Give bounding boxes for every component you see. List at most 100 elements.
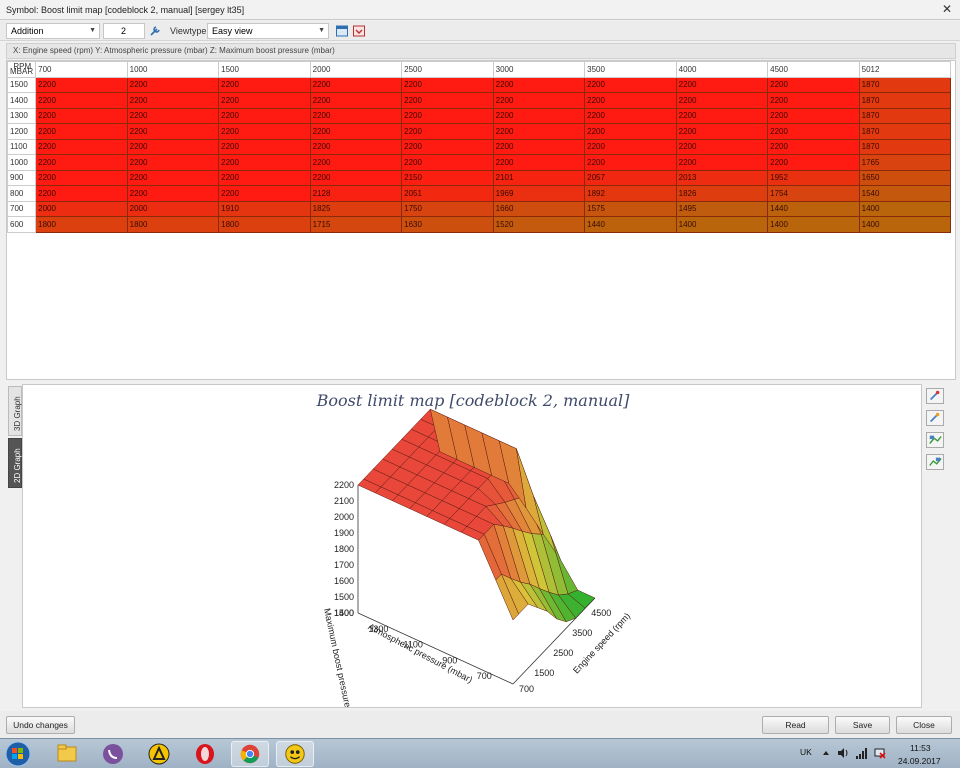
opera-icon[interactable]	[186, 741, 224, 767]
graph-area[interactable]: Boost limit map [codeblock 2, manual] 22…	[22, 384, 923, 709]
map-cell[interactable]: 2200	[492, 76, 586, 93]
map-cell[interactable]: 2200	[492, 138, 586, 155]
map-cell[interactable]: 1825	[309, 200, 403, 217]
viewtype-select[interactable]: Easy view ▼	[207, 23, 329, 39]
language-indicator[interactable]: UK	[800, 747, 812, 757]
map-cell[interactable]: 1440	[584, 216, 677, 233]
row-header[interactable]: 600	[6, 216, 37, 233]
column-header[interactable]: 1500	[218, 61, 311, 78]
map-cell[interactable]: 1400	[858, 216, 952, 233]
map-cell[interactable]: 2200	[767, 138, 860, 155]
map-cell[interactable]: 2200	[767, 154, 860, 171]
operation-select[interactable]: Addition ▼	[6, 23, 100, 39]
map-cell[interactable]: 2200	[675, 76, 769, 93]
map-cell[interactable]: 2200	[309, 76, 403, 93]
map-cell[interactable]: 2200	[35, 76, 128, 93]
zoom-out-icon[interactable]	[926, 410, 944, 426]
map-cell[interactable]: 1575	[584, 200, 677, 217]
map-cell[interactable]: 2200	[492, 154, 586, 171]
row-header[interactable]: 1200	[6, 123, 37, 140]
read-button[interactable]: Read	[762, 716, 829, 734]
column-header[interactable]: 3500	[584, 61, 677, 78]
row-header[interactable]: 900	[6, 169, 37, 186]
volume-icon[interactable]	[837, 747, 849, 759]
tab-3d-graph[interactable]: 3D Graph	[8, 386, 22, 436]
map-cell[interactable]: 1400	[675, 216, 769, 233]
map-cell[interactable]: 1870	[858, 123, 952, 140]
map-cell[interactable]: 2200	[218, 138, 311, 155]
map-cell[interactable]: 2200	[675, 123, 769, 140]
map-cell[interactable]: 1660	[492, 200, 586, 217]
map-cell[interactable]: 1892	[584, 185, 677, 202]
map-cell[interactable]: 1870	[858, 138, 952, 155]
map-cell[interactable]: 2200	[218, 92, 311, 109]
row-header[interactable]: 700	[6, 200, 37, 217]
column-header[interactable]: 5012	[858, 61, 952, 78]
map-cell[interactable]: 2200	[767, 92, 860, 109]
signal-icon[interactable]	[856, 747, 868, 759]
map-cell[interactable]: 1952	[767, 169, 860, 186]
map-cell[interactable]: 2150	[401, 169, 494, 186]
explorer-icon[interactable]	[48, 741, 86, 767]
map-cell[interactable]: 2200	[35, 92, 128, 109]
map-cell[interactable]: 2200	[309, 123, 403, 140]
map-cell[interactable]: 2200	[584, 76, 677, 93]
map-cell[interactable]: 2200	[675, 107, 769, 124]
close-button[interactable]: Close	[896, 716, 952, 734]
map-cell[interactable]: 2200	[35, 123, 128, 140]
map-cell[interactable]: 2200	[126, 76, 220, 93]
map-cell[interactable]: 2200	[492, 123, 586, 140]
zoom-in-icon[interactable]	[926, 388, 944, 404]
viber-icon[interactable]	[94, 741, 132, 767]
map-cell[interactable]: 2200	[126, 92, 220, 109]
map-cell[interactable]: 2200	[584, 138, 677, 155]
map-cell[interactable]: 2057	[584, 169, 677, 186]
row-header[interactable]: 1100	[6, 138, 37, 155]
map-cell[interactable]: 1650	[858, 169, 952, 186]
map-cell[interactable]: 2200	[218, 154, 311, 171]
map-cell[interactable]: 1520	[492, 216, 586, 233]
map-cell[interactable]: 1754	[767, 185, 860, 202]
map-cell[interactable]: 2200	[401, 138, 494, 155]
map-cell[interactable]: 1826	[675, 185, 769, 202]
map-cell[interactable]: 2200	[309, 92, 403, 109]
map-cell[interactable]: 2200	[218, 76, 311, 93]
map-cell[interactable]: 2200	[584, 92, 677, 109]
map-cell[interactable]: 1870	[858, 107, 952, 124]
window-icon[interactable]	[335, 24, 349, 38]
tab-2d-graph[interactable]: 2D Graph	[8, 438, 22, 488]
map-cell[interactable]: 2200	[401, 123, 494, 140]
map-cell[interactable]: 2200	[35, 154, 128, 171]
map-cell[interactable]: 2200	[35, 107, 128, 124]
map-cell[interactable]: 2200	[492, 92, 586, 109]
column-header[interactable]: 3000	[492, 61, 586, 78]
sync-icon[interactable]	[352, 24, 366, 38]
undo-changes-button[interactable]: Undo changes	[6, 716, 75, 734]
map-cell[interactable]: 1800	[35, 216, 128, 233]
map-cell[interactable]: 1440	[767, 200, 860, 217]
map-cell[interactable]: 2200	[126, 138, 220, 155]
map-cell[interactable]: 2200	[675, 138, 769, 155]
map-cell[interactable]: 2101	[492, 169, 586, 186]
map-cell[interactable]: 2200	[401, 107, 494, 124]
archicad-icon[interactable]	[140, 741, 178, 767]
chrome-icon[interactable]	[231, 741, 269, 767]
map-cell[interactable]: 2200	[218, 169, 311, 186]
map-cell[interactable]: 2000	[35, 200, 128, 217]
map-cell[interactable]: 1765	[858, 154, 952, 171]
map-cell[interactable]: 1800	[218, 216, 311, 233]
map-cell[interactable]: 1400	[767, 216, 860, 233]
map-cell[interactable]: 2200	[126, 154, 220, 171]
map-cell[interactable]: 1750	[401, 200, 494, 217]
surface-plot[interactable]: 2200210020001900180017001600150014001500…	[23, 385, 923, 709]
column-header[interactable]: 700	[35, 61, 128, 78]
editor-icon[interactable]	[276, 741, 314, 767]
map-cell[interactable]: 2200	[35, 185, 128, 202]
map-cell[interactable]: 2200	[767, 76, 860, 93]
map-cell[interactable]: 2200	[309, 138, 403, 155]
map-cell[interactable]: 2200	[126, 107, 220, 124]
map-cell[interactable]: 2200	[309, 154, 403, 171]
row-header[interactable]: 1400	[6, 92, 37, 109]
map-cell[interactable]: 2200	[35, 169, 128, 186]
map-cell[interactable]: 2200	[126, 123, 220, 140]
